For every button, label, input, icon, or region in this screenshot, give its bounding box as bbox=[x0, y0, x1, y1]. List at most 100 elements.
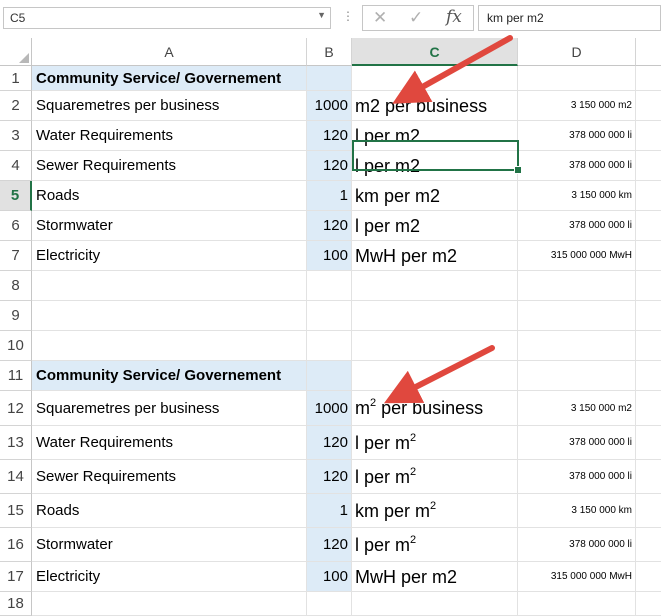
cell-c9[interactable] bbox=[352, 301, 518, 331]
cell-e3[interactable] bbox=[636, 121, 661, 151]
cell-d18[interactable] bbox=[518, 592, 636, 616]
cell-c8[interactable] bbox=[352, 271, 518, 301]
cell-e7[interactable] bbox=[636, 241, 661, 271]
cell-b4[interactable]: 120 bbox=[307, 151, 352, 181]
cell-c3[interactable]: l per m2 bbox=[352, 121, 518, 151]
row-header[interactable]: 13 bbox=[0, 426, 32, 460]
row-header[interactable]: 9 bbox=[0, 301, 32, 331]
name-box[interactable]: C5 ▼ bbox=[3, 7, 331, 29]
cell-a2[interactable]: Squaremetres per business bbox=[32, 91, 307, 121]
cell-c17[interactable]: MwH per m2 bbox=[352, 562, 518, 592]
cell-a1[interactable]: Community Service/ Governement bbox=[32, 66, 307, 91]
cell-d17[interactable]: 315 000 000 MwH bbox=[518, 562, 636, 592]
cell-e10[interactable] bbox=[636, 331, 661, 361]
cell-b7[interactable]: 100 bbox=[307, 241, 352, 271]
cell-c11[interactable] bbox=[352, 361, 518, 391]
column-header-b[interactable]: B bbox=[307, 38, 352, 66]
cell-b12[interactable]: 1000 bbox=[307, 391, 352, 426]
cell-d9[interactable] bbox=[518, 301, 636, 331]
cell-b15[interactable]: 1 bbox=[307, 494, 352, 528]
cell-e11[interactable] bbox=[636, 361, 661, 391]
cell-b6[interactable]: 120 bbox=[307, 211, 352, 241]
cell-e16[interactable] bbox=[636, 528, 661, 562]
row-header[interactable]: 3 bbox=[0, 121, 32, 151]
row-header[interactable]: 17 bbox=[0, 562, 32, 592]
cell-b11[interactable] bbox=[307, 361, 352, 391]
cell-d1[interactable] bbox=[518, 66, 636, 91]
row-header[interactable]: 1 bbox=[0, 66, 32, 91]
chevron-down-icon[interactable]: ▼ bbox=[317, 10, 326, 20]
fill-handle[interactable] bbox=[514, 166, 522, 174]
row-header[interactable]: 5 bbox=[0, 181, 32, 211]
cell-a15[interactable]: Roads bbox=[32, 494, 307, 528]
formula-input[interactable]: km per m2 bbox=[478, 5, 661, 31]
cell-a7[interactable]: Electricity bbox=[32, 241, 307, 271]
cell-c14[interactable]: l per m2 bbox=[352, 460, 518, 494]
cell-b18[interactable] bbox=[307, 592, 352, 616]
column-header-a[interactable]: A bbox=[32, 38, 307, 66]
cell-c4[interactable]: l per m2 bbox=[352, 151, 518, 181]
cell-a17[interactable]: Electricity bbox=[32, 562, 307, 592]
cell-e13[interactable] bbox=[636, 426, 661, 460]
cell-b14[interactable]: 120 bbox=[307, 460, 352, 494]
cell-e6[interactable] bbox=[636, 211, 661, 241]
cell-d13[interactable]: 378 000 000 li bbox=[518, 426, 636, 460]
row-header[interactable]: 12 bbox=[0, 391, 32, 426]
cell-e17[interactable] bbox=[636, 562, 661, 592]
cell-d16[interactable]: 378 000 000 li bbox=[518, 528, 636, 562]
cell-e15[interactable] bbox=[636, 494, 661, 528]
row-header[interactable]: 18 bbox=[0, 592, 32, 616]
cell-c5[interactable]: km per m2 bbox=[352, 181, 518, 211]
cell-b2[interactable]: 1000 bbox=[307, 91, 352, 121]
cell-a16[interactable]: Stormwater bbox=[32, 528, 307, 562]
enter-icon[interactable]: ✓ bbox=[409, 8, 423, 28]
more-options-icon[interactable]: ⋮ bbox=[342, 9, 354, 23]
cell-a8[interactable] bbox=[32, 271, 307, 301]
cell-e12[interactable] bbox=[636, 391, 661, 426]
cell-d6[interactable]: 378 000 000 li bbox=[518, 211, 636, 241]
column-header-c[interactable]: C bbox=[352, 38, 518, 66]
cell-c2[interactable]: m2 per business bbox=[352, 91, 518, 121]
cell-b3[interactable]: 120 bbox=[307, 121, 352, 151]
row-header[interactable]: 11 bbox=[0, 361, 32, 391]
cell-c12[interactable]: m2 per business bbox=[352, 391, 518, 426]
column-header-d[interactable]: D bbox=[518, 38, 636, 66]
cell-c16[interactable]: l per m2 bbox=[352, 528, 518, 562]
row-header[interactable]: 7 bbox=[0, 241, 32, 271]
cell-b17[interactable]: 100 bbox=[307, 562, 352, 592]
row-header[interactable]: 8 bbox=[0, 271, 32, 301]
cell-d5[interactable]: 3 150 000 km bbox=[518, 181, 636, 211]
cell-d14[interactable]: 378 000 000 li bbox=[518, 460, 636, 494]
cell-d3[interactable]: 378 000 000 li bbox=[518, 121, 636, 151]
cell-b10[interactable] bbox=[307, 331, 352, 361]
row-header[interactable]: 10 bbox=[0, 331, 32, 361]
row-header[interactable]: 2 bbox=[0, 91, 32, 121]
cell-a13[interactable]: Water Requirements bbox=[32, 426, 307, 460]
cell-d12[interactable]: 3 150 000 m2 bbox=[518, 391, 636, 426]
cell-c15[interactable]: km per m2 bbox=[352, 494, 518, 528]
cell-a11[interactable]: Community Service/ Governement bbox=[32, 361, 307, 391]
cell-c6[interactable]: l per m2 bbox=[352, 211, 518, 241]
cell-d15[interactable]: 3 150 000 km bbox=[518, 494, 636, 528]
cell-a12[interactable]: Squaremetres per business bbox=[32, 391, 307, 426]
row-header[interactable]: 15 bbox=[0, 494, 32, 528]
cell-d2[interactable]: 3 150 000 m2 bbox=[518, 91, 636, 121]
cell-e18[interactable] bbox=[636, 592, 661, 616]
cell-e9[interactable] bbox=[636, 301, 661, 331]
cell-a9[interactable] bbox=[32, 301, 307, 331]
cell-b16[interactable]: 120 bbox=[307, 528, 352, 562]
cell-a3[interactable]: Water Requirements bbox=[32, 121, 307, 151]
cell-a14[interactable]: Sewer Requirements bbox=[32, 460, 307, 494]
row-header[interactable]: 6 bbox=[0, 211, 32, 241]
insert-function-icon[interactable]: fx bbox=[446, 7, 462, 27]
cell-e2[interactable] bbox=[636, 91, 661, 121]
cell-c1[interactable] bbox=[352, 66, 518, 91]
row-header[interactable]: 14 bbox=[0, 460, 32, 494]
cell-a5[interactable]: Roads bbox=[32, 181, 307, 211]
select-all-corner[interactable] bbox=[0, 38, 32, 66]
row-header[interactable]: 16 bbox=[0, 528, 32, 562]
cell-c13[interactable]: l per m2 bbox=[352, 426, 518, 460]
cell-e1[interactable] bbox=[636, 66, 661, 91]
cell-d4[interactable]: 378 000 000 li bbox=[518, 151, 636, 181]
cell-d11[interactable] bbox=[518, 361, 636, 391]
